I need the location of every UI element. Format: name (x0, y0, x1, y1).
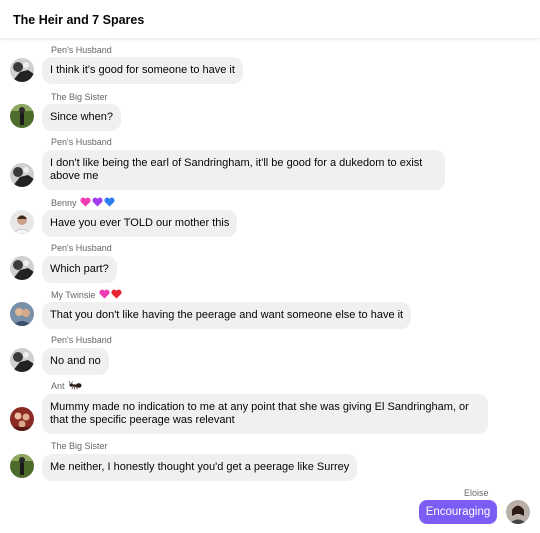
sender-name: My Twinsie (51, 290, 96, 300)
message-bubble[interactable]: Mummy made no indication to me at any po… (42, 394, 488, 434)
sent-message-bubble[interactable]: Encouraging (419, 500, 497, 524)
red-heart-icon (111, 289, 122, 299)
sender-name: Ant (51, 381, 65, 391)
avatar[interactable] (10, 348, 34, 372)
self-sender-name: Eloise (464, 488, 489, 498)
sent-message-text: Encouraging (425, 506, 491, 518)
sender-name: Pen's Husband (51, 335, 112, 345)
avatar[interactable] (10, 407, 34, 431)
message-text: I don't like being the earl of Sandringh… (50, 157, 423, 182)
sender-name: The Big Sister (51, 92, 108, 102)
message-text: That you don't like having the peerage a… (50, 309, 404, 321)
sender-name-row: Benny (51, 197, 115, 208)
sender-name: Pen's Husband (51, 45, 112, 55)
blue-heart-icon (104, 197, 115, 207)
message-bubble[interactable]: No and no (42, 348, 109, 375)
message-bubble[interactable]: Me neither, I honestly thought you'd get… (42, 454, 358, 481)
message-text: Mummy made no indication to me at any po… (50, 401, 469, 426)
message-bubble[interactable]: Since when? (42, 104, 121, 131)
sender-name-row: My Twinsie (51, 289, 122, 300)
message-bubble[interactable]: Have you ever TOLD our mother this (42, 210, 238, 237)
ant-icon (69, 381, 82, 390)
message-bubble[interactable]: I don't like being the earl of Sandringh… (42, 150, 445, 190)
chat-header: The Heir and 7 Spares (0, 0, 540, 38)
sender-name: Pen's Husband (51, 243, 112, 253)
message-bubble[interactable]: I think it's good for someone to have it (42, 57, 243, 84)
message-text: Which part? (50, 263, 109, 275)
avatar[interactable] (10, 58, 34, 82)
message-text: Have you ever TOLD our mother this (50, 217, 230, 229)
purple-heart-icon (92, 197, 103, 207)
chat-title[interactable]: The Heir and 7 Spares (13, 13, 144, 27)
avatar[interactable] (10, 210, 34, 234)
pink-heart-icon (99, 289, 110, 299)
self-avatar[interactable] (506, 500, 530, 524)
avatar[interactable] (10, 454, 34, 478)
message-text: I think it's good for someone to have it (50, 64, 235, 76)
sender-name: Pen's Husband (51, 137, 112, 147)
message-bubble[interactable]: That you don't like having the peerage a… (42, 302, 412, 329)
avatar[interactable] (10, 302, 34, 326)
sender-name: The Big Sister (51, 441, 108, 451)
message-bubble[interactable]: Which part? (42, 256, 117, 283)
message-text: Since when? (50, 111, 113, 123)
avatar[interactable] (10, 256, 34, 280)
pink-heart-icon (80, 197, 91, 207)
avatar[interactable] (10, 104, 34, 128)
sender-name-row: Ant (51, 381, 82, 391)
avatar[interactable] (10, 163, 34, 187)
message-text: Me neither, I honestly thought you'd get… (50, 461, 350, 473)
message-text: No and no (50, 355, 101, 367)
sender-name: Benny (51, 198, 77, 208)
